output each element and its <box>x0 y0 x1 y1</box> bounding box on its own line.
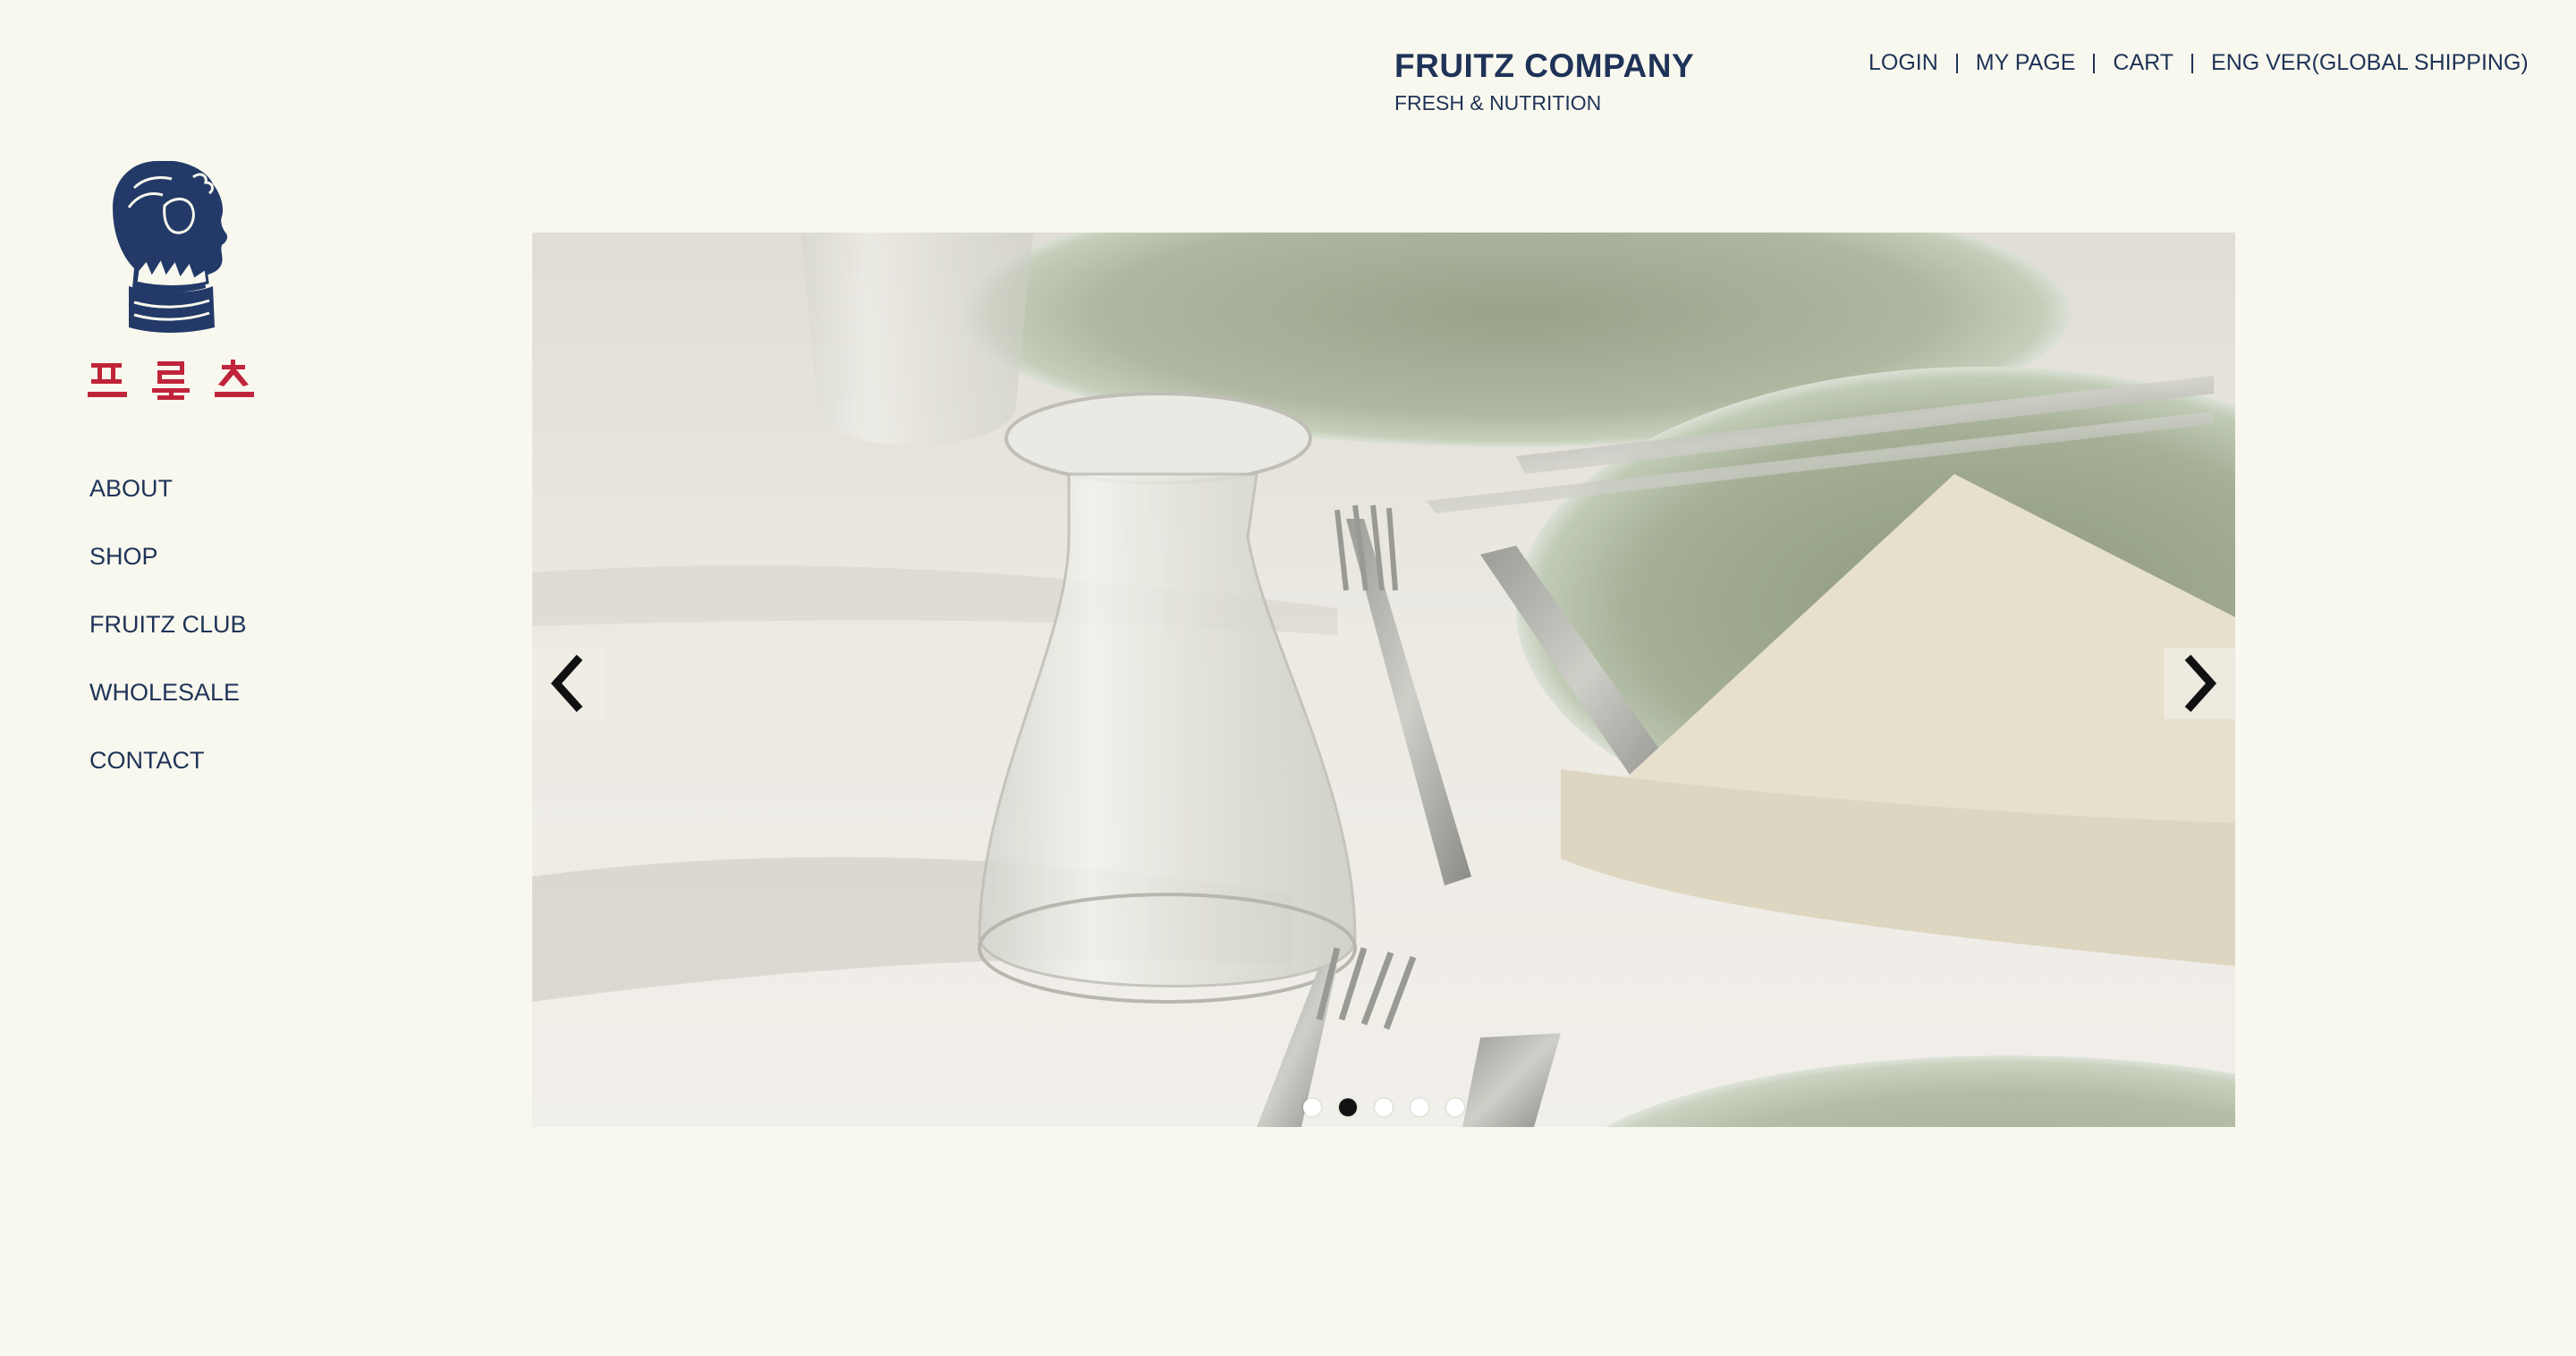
divider <box>1955 53 1958 73</box>
slider-dot-active[interactable] <box>1339 1098 1357 1116</box>
logo[interactable] <box>88 152 267 411</box>
sidebar-item-fruitz-club[interactable]: FRUITZ CLUB <box>89 608 247 676</box>
brand-subtitle: FRESH & NUTRITION <box>1394 91 1602 114</box>
slider-dot[interactable] <box>1303 1098 1321 1116</box>
slider-prev-button[interactable] <box>532 648 604 719</box>
sidebar-item-about[interactable]: ABOUT <box>89 472 247 540</box>
slider-next-button[interactable] <box>2164 648 2235 719</box>
hero-slider[interactable] <box>532 233 2235 1127</box>
top-nav: LOGIN MY PAGE CART ENG VER(GLOBAL SHIPPI… <box>1868 50 2529 76</box>
slider-dot[interactable] <box>1375 1098 1393 1116</box>
eng-version-link[interactable]: ENG VER(GLOBAL SHIPPING) <box>2211 50 2529 76</box>
slider-dot[interactable] <box>1446 1098 1464 1116</box>
brand-title[interactable]: FRUITZ COMPANY <box>1394 47 1694 86</box>
sidebar-item-wholesale[interactable]: WHOLESALE <box>89 676 247 744</box>
my-page-link[interactable]: MY PAGE <box>1976 50 2076 76</box>
slider-dot[interactable] <box>1411 1098 1428 1116</box>
slider-pagination <box>532 1098 2235 1116</box>
side-nav: ABOUT SHOP FRUITZ CLUB WHOLESALE CONTACT <box>89 472 247 812</box>
slide-image <box>532 233 2235 1127</box>
logo-korean-wordmark <box>88 360 254 400</box>
login-link[interactable]: LOGIN <box>1868 50 1938 76</box>
cart-link[interactable]: CART <box>2113 50 2174 76</box>
chevron-left-icon <box>550 654 583 713</box>
sidebar-item-contact[interactable]: CONTACT <box>89 744 247 812</box>
sidebar-item-shop[interactable]: SHOP <box>89 540 247 608</box>
divider <box>2093 53 2096 73</box>
brand-header: FRUITZ COMPANY FRESH & NUTRITION <box>1394 47 1694 116</box>
chevron-right-icon <box>2184 654 2217 713</box>
divider <box>2191 53 2194 73</box>
